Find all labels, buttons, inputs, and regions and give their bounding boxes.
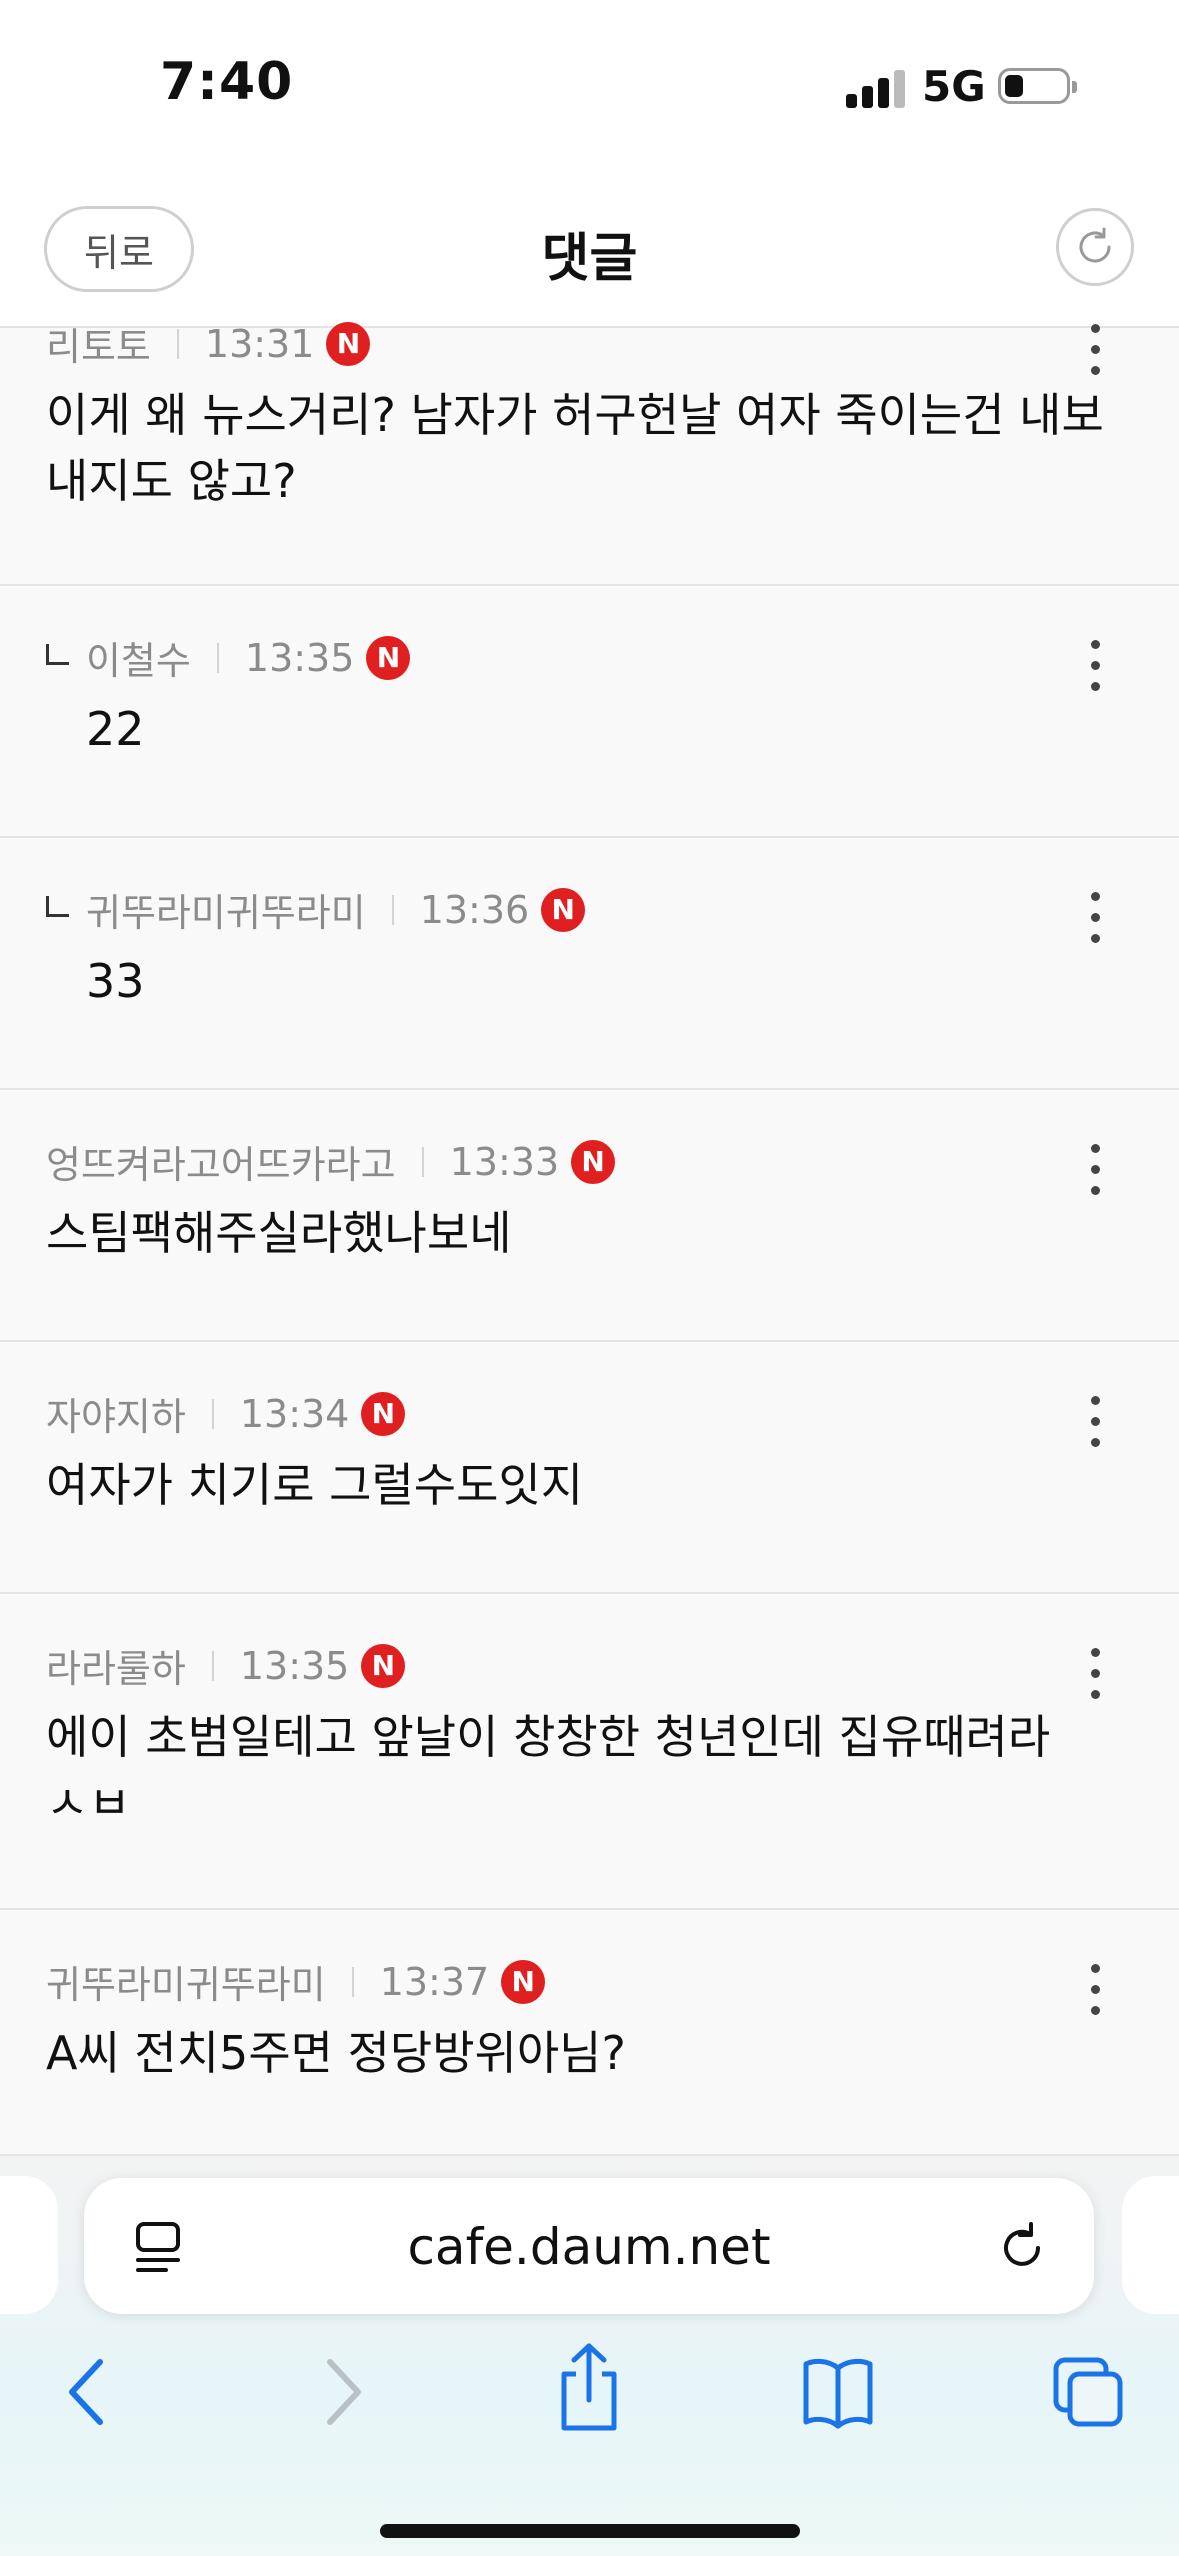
back-icon[interactable] — [62, 2352, 112, 2432]
comment-body: A씨 전치5주면 정당방위아님? — [46, 2020, 626, 2086]
share-icon[interactable] — [556, 2340, 622, 2434]
comment-body: 에이 초범일테고 앞날이 창창한 청년인데 집유때려라 ㅅㅂ — [46, 1704, 1050, 1820]
comment-line: 여자가 치기로 그럴수도잇지 — [46, 1458, 584, 1512]
more-options-icon[interactable] — [1091, 324, 1101, 387]
comment-author[interactable]: 라라룰하 — [46, 1638, 186, 1693]
comment-line: 스팀팩해주실라했나보네 — [46, 1206, 512, 1260]
new-badge: N — [541, 887, 586, 932]
comment-line: 에이 초범일테고 앞날이 창창한 청년인데 집유때려라 — [46, 1710, 1051, 1764]
more-options-icon[interactable] — [1091, 1144, 1101, 1207]
comment-time: 13:37 — [379, 1959, 490, 2004]
previous-tab-peek[interactable] — [0, 2176, 58, 2314]
comment-time: 13:33 — [449, 1139, 560, 1184]
home-indicator — [380, 2524, 800, 2538]
comment-meta: 리토토 13:31 N — [46, 316, 371, 371]
address-bar[interactable]: cafe.daum.net — [84, 2178, 1094, 2314]
reply-indicator-icon — [46, 896, 69, 917]
comment-item: 이철수 13:35 N 22 — [0, 586, 1179, 838]
comment-time: 13:34 — [239, 1391, 350, 1436]
comment-author[interactable]: 귀뚜라미귀뚜라미 — [46, 1954, 326, 2009]
signal-icon — [846, 68, 906, 108]
battery-icon — [998, 68, 1077, 104]
status-bar: 7:40 5G — [0, 0, 1179, 180]
comment-author[interactable]: 리토토 — [46, 316, 151, 371]
comment-line: ㅅㅂ — [46, 1776, 131, 1820]
new-badge: N — [361, 1391, 406, 1436]
comment-item: 엉뜨켜라고어뜨카라고 13:33 N 스팀팩해주실라했나보네 — [0, 1090, 1179, 1342]
comment-list: 리토토 13:31 N 이게 왜 뉴스거리? 남자가 허구헌날 여자 죽이는건 … — [0, 321, 1179, 2156]
page-header: 뒤로 댓글 — [0, 180, 1179, 328]
refresh-icon — [1079, 227, 1111, 263]
refresh-button[interactable] — [1056, 208, 1134, 286]
reply-indicator-icon — [46, 644, 69, 665]
comment-item: 라라룰하 13:35 N 에이 초범일테고 앞날이 창창한 청년인데 집유때려라… — [0, 1594, 1179, 1910]
comment-author[interactable]: 엉뜨켜라고어뜨카라고 — [46, 1134, 396, 1189]
tabs-icon[interactable] — [1052, 2352, 1124, 2432]
comment-meta: 귀뚜라미귀뚜라미 13:36 N — [86, 882, 586, 937]
network-label: 5G — [922, 62, 986, 111]
comment-line: 내지도 않고? — [46, 454, 297, 508]
comment-line: 22 — [86, 702, 145, 756]
reload-icon[interactable] — [998, 2220, 1048, 2274]
comment-body: 33 — [86, 948, 145, 1014]
comment-meta: 귀뚜라미귀뚜라미 13:37 N — [46, 1954, 546, 2009]
forward-icon[interactable] — [318, 2352, 368, 2432]
comment-time: 13:35 — [244, 635, 355, 680]
comment-line: 이게 왜 뉴스거리? 남자가 허구헌날 여자 죽이는건 내보 — [46, 388, 1104, 442]
comment-item: 자야지하 13:34 N 여자가 치기로 그럴수도잇지 — [0, 1342, 1179, 1594]
comment-author[interactable]: 귀뚜라미귀뚜라미 — [86, 882, 366, 937]
more-options-icon[interactable] — [1091, 892, 1101, 955]
next-tab-peek[interactable] — [1122, 2176, 1179, 2314]
comment-body: 스팀팩해주실라했나보네 — [46, 1200, 512, 1266]
more-options-icon[interactable] — [1091, 640, 1101, 703]
new-badge: N — [361, 1643, 406, 1688]
comment-body: 이게 왜 뉴스거리? 남자가 허구헌날 여자 죽이는건 내보 내지도 않고? — [46, 382, 1104, 514]
new-badge: N — [501, 1959, 546, 2004]
comment-time: 13:31 — [204, 321, 315, 366]
comment-time: 13:36 — [419, 887, 530, 932]
comment-item: 귀뚜라미귀뚜라미 13:36 N 33 — [0, 838, 1179, 1090]
new-badge: N — [326, 321, 371, 366]
comment-meta: 이철수 13:35 N — [86, 630, 411, 685]
more-options-icon[interactable] — [1091, 1964, 1101, 2027]
new-badge: N — [366, 635, 411, 680]
url-text[interactable]: cafe.daum.net — [84, 2218, 1094, 2276]
comment-body: 22 — [86, 696, 145, 762]
new-badge: N — [571, 1139, 616, 1184]
comment-body: 여자가 치기로 그럴수도잇지 — [46, 1452, 583, 1518]
comment-meta: 라라룰하 13:35 N — [46, 1638, 406, 1693]
comment-meta: 자야지하 13:34 N — [46, 1386, 406, 1441]
page-title: 댓글 — [541, 229, 638, 289]
bookmarks-icon[interactable] — [800, 2352, 876, 2432]
more-options-icon[interactable] — [1091, 1396, 1101, 1459]
comment-author[interactable]: 이철수 — [86, 630, 191, 685]
more-options-icon[interactable] — [1091, 1648, 1101, 1711]
comment-meta: 엉뜨켜라고어뜨카라고 13:33 N — [46, 1134, 616, 1189]
status-time: 7:40 — [160, 52, 294, 112]
comment-line: 33 — [86, 954, 145, 1008]
comment-author[interactable]: 자야지하 — [46, 1386, 186, 1441]
comment-item: 귀뚜라미귀뚜라미 13:37 N A씨 전치5주면 정당방위아님? — [0, 1910, 1179, 2156]
browser-toolbar: cafe.daum.net — [0, 2156, 1179, 2556]
comment-time: 13:35 — [239, 1643, 350, 1688]
comment-line: A씨 전치5주면 정당방위아님? — [46, 2026, 626, 2080]
comment-item: 리토토 13:31 N 이게 왜 뉴스거리? 남자가 허구헌날 여자 죽이는건 … — [0, 321, 1179, 586]
